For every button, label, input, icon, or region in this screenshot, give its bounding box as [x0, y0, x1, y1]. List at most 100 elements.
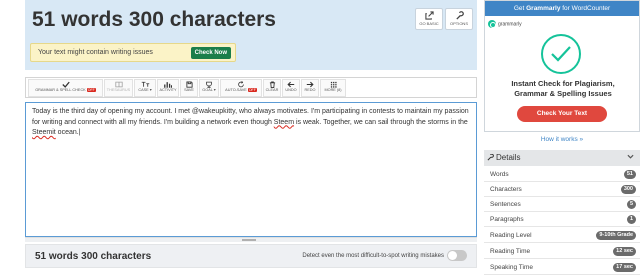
save-button[interactable]: SAVE [180, 79, 198, 97]
grid-icon [330, 81, 337, 88]
detail-value-badge: 12 sec [613, 247, 636, 256]
detail-label: Words [490, 171, 509, 178]
options-label: OPTIONS [449, 21, 468, 26]
header-panel: 51 words 300 characters GO BASIC OPTIONS… [25, 0, 477, 70]
bottom-stats-panel: 51 words 300 characters Detect even the … [25, 244, 477, 268]
page-title: 51 words 300 characters [32, 8, 276, 31]
detail-label: Paragraphs [490, 216, 524, 223]
goal-button[interactable]: GOAL ▾ [199, 79, 219, 97]
details-header[interactable]: Details [484, 150, 640, 166]
main-column: 51 words 300 characters GO BASIC OPTIONS… [25, 0, 477, 279]
go-basic-label: GO BASIC [419, 21, 439, 26]
clear-button[interactable]: CLEAR [263, 79, 281, 97]
word-character-count: 51 words 300 characters [35, 251, 152, 262]
auto-save-label: AUTO-SAVE [225, 88, 247, 92]
trophy-icon [206, 81, 212, 88]
redo-label: REDO [304, 88, 316, 92]
refresh-icon [238, 81, 244, 88]
detail-value-badge: 9-10th Grade [596, 231, 636, 240]
arrow-left-icon [287, 81, 295, 88]
editor-text-part2: is weak. Together, we can sail through t… [294, 118, 468, 126]
save-label: SAVE [184, 88, 194, 92]
misspelled-word[interactable]: Steem [274, 119, 294, 126]
editor-toolbar: GRAMMAR & SPELL CHECK OFF THESAURUS CASE… [25, 77, 477, 98]
undo-button[interactable]: UNDO [282, 79, 300, 97]
detail-value-badge: 1 [626, 215, 636, 224]
ad-header: Get Grammarly for WordCounter [485, 1, 639, 16]
text-editor[interactable]: Today is the third day of opening my acc… [25, 102, 477, 237]
go-basic-button[interactable]: GO BASIC [415, 8, 443, 30]
wrench-icon [487, 153, 494, 161]
editor-resize-handle[interactable] [25, 237, 477, 242]
resize-grip-icon [242, 239, 256, 241]
arrow-right-icon [306, 81, 314, 88]
detail-label: Characters [490, 186, 522, 193]
more-label: MORE (8) [324, 88, 342, 92]
wrench-icon [455, 11, 464, 20]
ad-header-brand: Grammarly [526, 5, 561, 12]
save-icon [185, 81, 193, 88]
check-your-text-button[interactable]: Check Your Text [517, 106, 607, 122]
detail-value-badge: 5 [626, 200, 636, 209]
detail-row-speaking-time: Speaking Time 17 sec [484, 260, 640, 275]
detect-mistakes-toggle[interactable] [447, 250, 467, 261]
notice-text: Your text might contain writing issues [38, 49, 153, 56]
detect-mistakes-label: Detect even the most difficult-to-spot w… [302, 253, 444, 259]
ad-title-line2: Grammar & Spelling Issues [514, 89, 612, 98]
thesaurus-label: THESAURUS [106, 88, 131, 92]
writing-issues-notice: Your text might contain writing issues C… [30, 43, 236, 62]
redo-button[interactable]: REDO [301, 79, 319, 97]
detail-row-characters: Characters 300 [484, 182, 640, 197]
check-circle-icon [541, 34, 581, 74]
detail-value-badge: 300 [620, 185, 636, 194]
auto-save-off-badge: OFF [247, 88, 257, 92]
detail-value-badge: 17 sec [613, 263, 636, 272]
grammar-off-badge: OFF [86, 88, 96, 92]
detail-row-sentences: Sentences 5 [484, 197, 640, 212]
detail-row-words: Words 51 [484, 167, 640, 182]
detail-value-badge: 51 [623, 170, 636, 179]
misspelled-word[interactable]: Steemit [32, 129, 56, 136]
activity-label: ACTIVITY [159, 88, 177, 92]
grammarly-ad[interactable]: Get Grammarly for WordCounter grammarly … [484, 0, 640, 132]
grammarly-logo-text: grammarly [498, 21, 522, 28]
detail-label: Sentences [490, 201, 521, 208]
more-button[interactable]: MORE (8) [320, 79, 346, 97]
ad-title-line1: Instant Check for Plagiarism, [511, 79, 615, 88]
options-button[interactable]: OPTIONS [445, 8, 473, 30]
grammarly-logo: grammarly [488, 20, 522, 28]
details-title: Details [496, 153, 521, 162]
case-label: CASE [138, 88, 149, 92]
bar-chart-icon [164, 82, 172, 88]
clear-label: CLEAR [265, 88, 279, 92]
external-link-icon [424, 11, 434, 20]
undo-label: UNDO [285, 88, 297, 92]
thesaurus-button[interactable]: THESAURUS [104, 79, 133, 97]
text-case-icon [141, 81, 149, 87]
book-icon [114, 81, 123, 88]
chevron-down-icon [627, 154, 634, 159]
ad-header-post: for WordCounter [560, 5, 611, 12]
goal-label: GOAL [202, 88, 213, 92]
grammarly-logo-icon [488, 20, 496, 28]
check-icon [61, 81, 70, 88]
trash-icon [269, 81, 275, 88]
ad-header-pre: Get [513, 5, 527, 12]
how-it-works-link[interactable]: How it works » [484, 136, 640, 143]
ad-title: Instant Check for Plagiarism, Grammar & … [485, 79, 640, 99]
detail-row-paragraphs: Paragraphs 1 [484, 212, 640, 227]
detail-label: Speaking Time [490, 264, 533, 271]
detail-row-reading-level: Reading Level 9-10th Grade [484, 228, 640, 243]
detail-row-reading-time: Reading Time 12 sec [484, 244, 640, 259]
case-button[interactable]: CASE ▾ [134, 79, 156, 97]
detail-label: Reading Level [490, 232, 532, 239]
check-now-button[interactable]: Check Now [190, 47, 231, 59]
activity-button[interactable]: ACTIVITY [157, 79, 179, 97]
toggle-knob [448, 251, 457, 260]
grammar-label: GRAMMAR & SPELL CHECK [35, 88, 86, 92]
sidebar: Get Grammarly for WordCounter grammarly … [484, 0, 640, 279]
editor-text-part3: ocean. [55, 129, 79, 136]
auto-save-button[interactable]: AUTO-SAVE OFF [220, 79, 262, 97]
grammar-spell-check-button[interactable]: GRAMMAR & SPELL CHECK OFF [28, 79, 103, 97]
detail-label: Reading Time [490, 248, 531, 255]
